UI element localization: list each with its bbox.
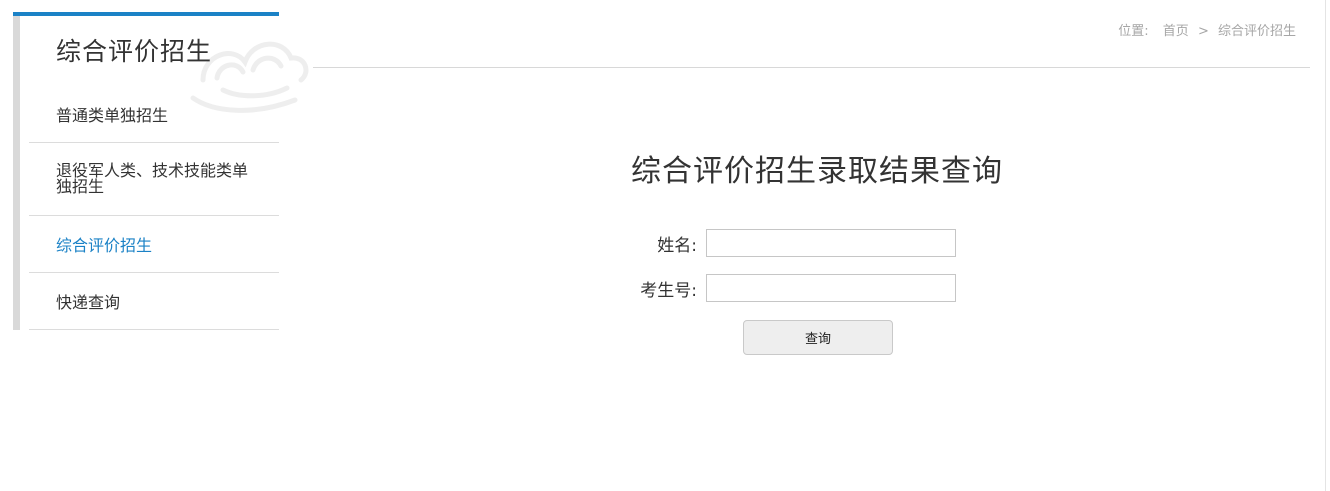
sidebar-item-label: 普通类单独招生	[56, 106, 169, 125]
name-label: 姓名:	[657, 235, 697, 256]
sidebar: 综合评价招生 普通类单独招生 退役军人类、技术技能类单独招生 综合评价招生 快递…	[13, 12, 309, 330]
query-button[interactable]: 查询	[743, 320, 893, 355]
sidebar-title: 综合评价招生	[56, 37, 213, 66]
sidebar-item-comprehensive-admission[interactable]: 综合评价招生	[29, 216, 279, 273]
exam-number-row: 考生号:	[600, 274, 956, 302]
sidebar-item-general-admission[interactable]: 普通类单独招生	[29, 86, 279, 143]
breadcrumb-current-link[interactable]: 综合评价招生	[1218, 24, 1296, 39]
sidebar-item-label: 快递查询	[56, 293, 121, 312]
header-divider	[313, 67, 1310, 68]
sidebar-item-label: 综合评价招生	[56, 236, 153, 255]
sidebar-item-veteran-admission[interactable]: 退役军人类、技术技能类单独招生	[29, 143, 279, 216]
sidebar-side-bar	[13, 16, 20, 330]
breadcrumb: 位置: 首页 > 综合评价招生	[1118, 20, 1296, 39]
breadcrumb-separator: >	[1197, 24, 1209, 39]
breadcrumb-prefix: 位置:	[1118, 24, 1149, 39]
window-edge	[1325, 0, 1330, 491]
exam-number-input[interactable]	[706, 274, 956, 302]
sidebar-menu: 普通类单独招生 退役军人类、技术技能类单独招生 综合评价招生 快递查询	[29, 86, 279, 330]
sidebar-item-label: 退役军人类、技术技能类单独招生	[56, 161, 249, 196]
exam-number-label: 考生号:	[640, 280, 697, 301]
page: 综合评价招生 普通类单独招生 退役军人类、技术技能类单独招生 综合评价招生 快递…	[0, 0, 1330, 491]
sidebar-accent-bar	[13, 12, 279, 16]
name-row: 姓名:	[600, 229, 956, 257]
name-input[interactable]	[706, 229, 956, 257]
sidebar-item-express-query[interactable]: 快递查询	[29, 273, 279, 330]
page-title: 综合评价招生录取结果查询	[631, 154, 1003, 189]
breadcrumb-home-link[interactable]: 首页	[1163, 24, 1189, 39]
